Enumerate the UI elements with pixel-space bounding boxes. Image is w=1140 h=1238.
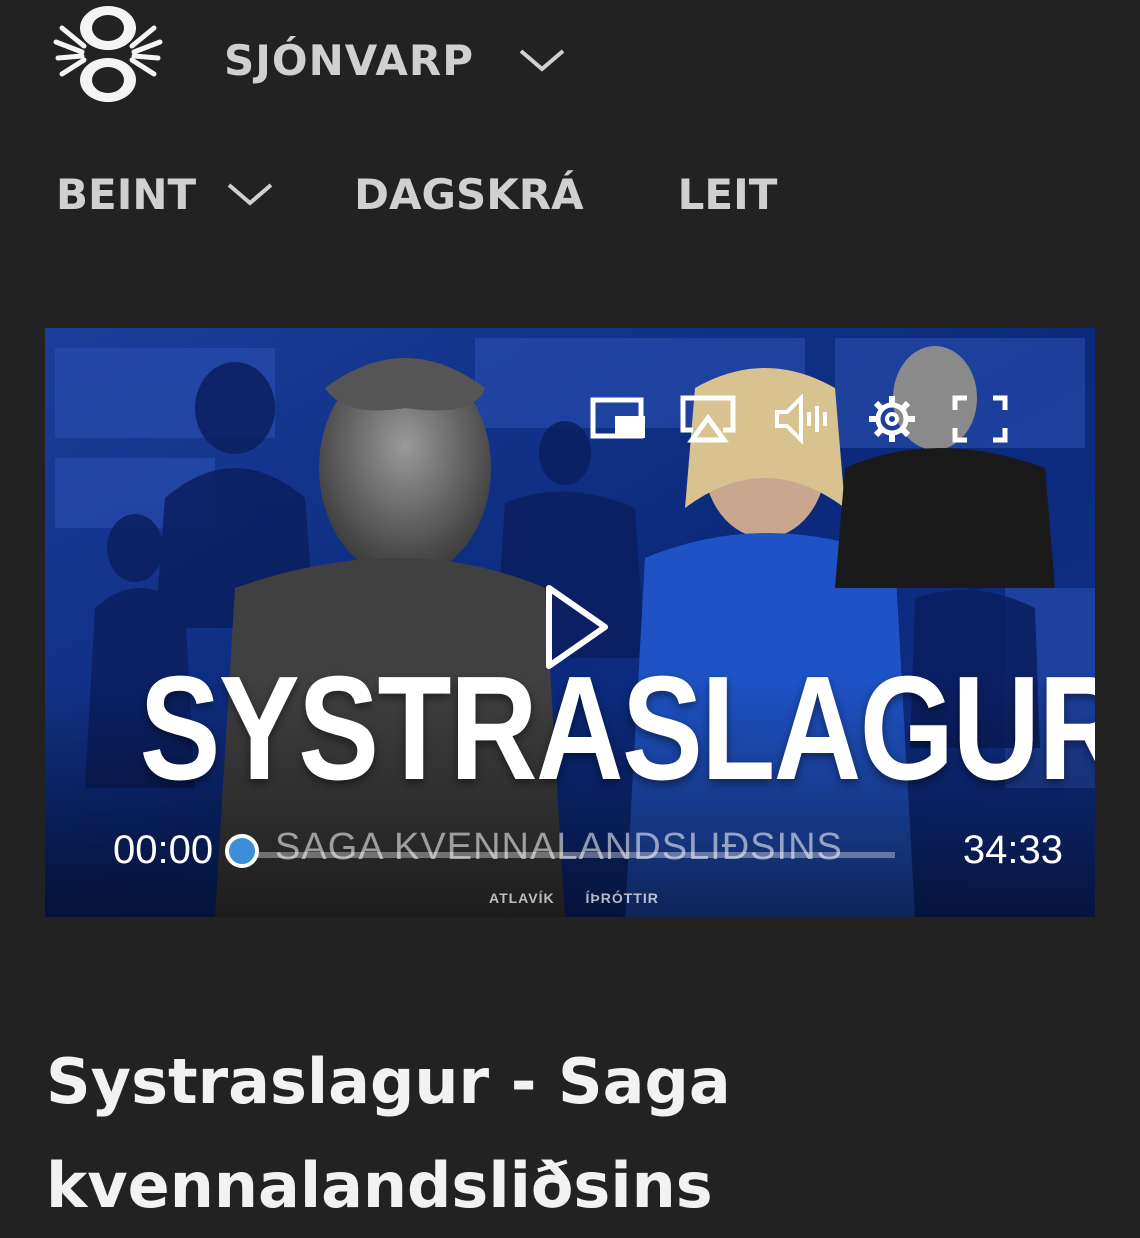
nav-item-leit[interactable]: LEIT xyxy=(678,170,778,219)
section-selector[interactable]: SJÓNVARP xyxy=(224,30,566,90)
section-label: SJÓNVARP xyxy=(224,35,475,85)
airplay-icon[interactable] xyxy=(679,394,737,444)
nav-item-label: BEINT xyxy=(56,169,197,219)
poster-subtitle: SAGA KVENNALANDSLIÐSINS xyxy=(275,826,843,868)
duration: 34:33 xyxy=(962,828,1063,872)
chevron-down-icon xyxy=(227,183,273,206)
video-player[interactable]: SYSTRASLAGUR SAGA KVENNALANDSLIÐSINS ATL… xyxy=(45,328,1095,917)
progress-track[interactable] xyxy=(241,852,895,858)
play-button-icon[interactable] xyxy=(541,582,611,672)
nav-item-label: LEIT xyxy=(677,169,778,219)
poster-logo-ithrottir: ÍÞRÓTTIR xyxy=(585,890,659,906)
ruv-logo-icon[interactable] xyxy=(52,2,164,106)
volume-icon[interactable] xyxy=(771,394,829,444)
settings-gear-icon[interactable] xyxy=(863,394,921,444)
episode-title: Systraslagur - Saga kvennalandsliðsins xyxy=(46,1044,731,1222)
current-time: 00:00 xyxy=(113,828,214,872)
progress-knob[interactable] xyxy=(225,834,259,868)
nav-item-label: DAGSKRÁ xyxy=(354,169,584,219)
poster-logos: ATLAVÍK ÍÞRÓTTIR xyxy=(489,890,685,906)
main-nav: BEINT DAGSKRÁ LEIT xyxy=(56,162,777,226)
fullscreen-icon[interactable] xyxy=(951,394,1009,444)
picture-in-picture-icon[interactable] xyxy=(589,394,647,444)
poster-logo-atlavik: ATLAVÍK xyxy=(489,890,555,906)
nav-item-beint[interactable]: BEINT xyxy=(56,170,274,219)
nav-item-dagskra[interactable]: DAGSKRÁ xyxy=(354,170,583,219)
chevron-down-icon xyxy=(519,49,565,72)
